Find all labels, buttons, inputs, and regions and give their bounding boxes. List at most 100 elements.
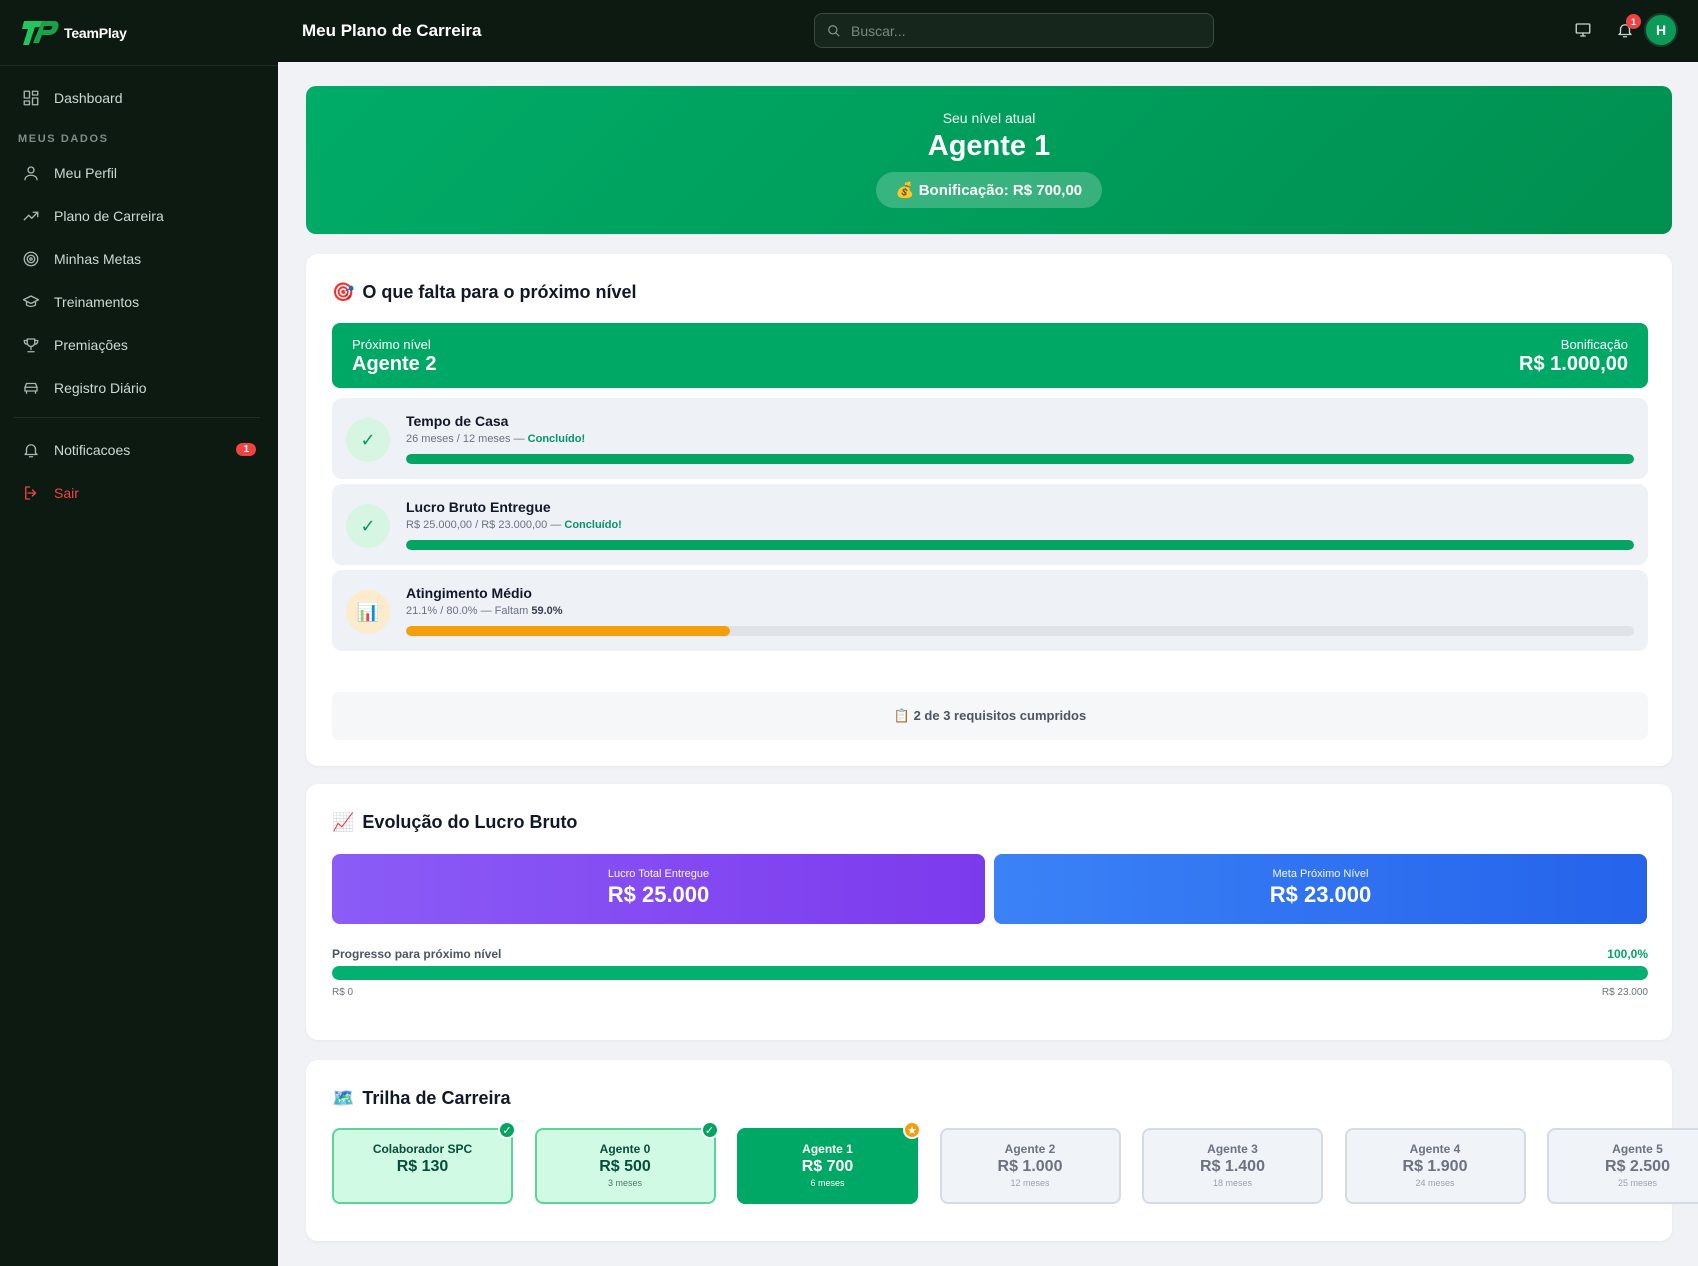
next-bonus-value: R$ 1.000,00	[1519, 353, 1628, 375]
progress-min-label: R$ 0	[332, 987, 354, 998]
logout-icon	[22, 484, 40, 502]
career-steps: Colaborador SPC R$ 130 ✓ Agente 0 R$ 500 3 me…	[332, 1121, 1698, 1204]
requirement-detail: R$ 25.000,00 / R$ 23.000,00 — Concluído!	[406, 519, 622, 531]
brand[interactable]: TeamPlay	[0, 0, 278, 66]
search-box[interactable]	[814, 13, 1214, 48]
progress-percent: 100,0%	[1607, 947, 1648, 961]
card-title-text: O que falta para o próximo nível	[362, 282, 637, 302]
step-value: R$ 1.900	[1402, 1158, 1468, 1175]
sidebar-item-label: Plano de Carreira	[54, 207, 164, 224]
career-trail-card-title: 🗺️ Trilha de Carreira	[332, 1088, 511, 1109]
step-value: R$ 700	[801, 1158, 854, 1175]
avatar[interactable]: H	[1644, 13, 1678, 47]
next-level-banner: Próximo nível Agente 2 Bonificação R$ 1.…	[332, 323, 1648, 388]
star-badge-icon: ★	[903, 1121, 921, 1139]
step-name: Agente 0	[599, 1142, 651, 1156]
requirement-item: ✓ Lucro Bruto Entregue R$ 25.000,00 / R$…	[332, 484, 1648, 565]
step-duration: 24 meses	[1415, 1178, 1455, 1188]
requirement-item: 📊 Atingimento Médio 21.1% / 80.0% — Falt…	[332, 570, 1648, 651]
next-goal-stat: Meta Próximo Nível R$ 23.000	[994, 854, 1647, 924]
next-level-label: Próximo nível	[352, 337, 431, 352]
check-icon: ✓	[346, 418, 390, 462]
search-icon	[828, 24, 840, 37]
step-value: R$ 130	[396, 1158, 449, 1175]
bell-icon	[22, 441, 40, 459]
sidebar-item-label: Meu Perfil	[54, 164, 118, 181]
requirement-status: 59.0%	[531, 605, 563, 617]
sidebar-item-notifications[interactable]: Notificacoes 1	[0, 428, 278, 471]
main-content: Seu nível atual Agente 1 💰 Bonificação: …	[278, 62, 1698, 1266]
sidebar-item-goals[interactable]: Minhas Metas	[0, 237, 278, 280]
sidebar-item-label: Notificacoes	[54, 441, 131, 458]
sidebar-item-career-plan[interactable]: Plano de Carreira	[0, 194, 278, 237]
page-title: Meu Plano de Carreira	[302, 21, 482, 40]
sidebar-item-profile[interactable]: Meu Perfil	[0, 151, 278, 194]
step-name: Agente 5	[1612, 1142, 1663, 1156]
graduation-cap-icon	[22, 293, 40, 311]
career-step[interactable]: Agente 2 R$ 1.000 12 meses	[939, 1128, 1121, 1204]
profit-evolution-card-title: 📈 Evolução do Lucro Bruto	[332, 812, 577, 833]
chart-emoji-icon: 📈	[332, 812, 355, 832]
requirement-detail: 26 meses / 12 meses — Concluído!	[406, 433, 586, 445]
step-value: R$ 500	[599, 1158, 651, 1175]
sidebar-item-trainings[interactable]: Treinamentos	[0, 280, 278, 323]
requirement-progress-fill	[406, 540, 1634, 550]
step-name: Agente 4	[1409, 1142, 1461, 1156]
next-level-card: 🎯 O que falta para o próximo nível Próxi…	[306, 254, 1672, 766]
bar-chart-icon: 📊	[346, 590, 390, 634]
step-value: R$ 2.500	[1605, 1158, 1670, 1175]
next-level-card-title: 🎯 O que falta para o próximo nível	[332, 282, 636, 303]
card-title-text: Evolução do Lucro Bruto	[362, 812, 578, 832]
sidebar-item-dashboard[interactable]: Dashboard	[0, 76, 278, 119]
map-emoji-icon: 🗺️	[332, 1088, 355, 1108]
requirement-status: Concluído!	[527, 433, 586, 445]
step-name: Agente 3	[1207, 1142, 1258, 1156]
requirement-progress-bar	[406, 626, 1634, 636]
step-duration: 18 meses	[1212, 1178, 1253, 1188]
current-level-label: Seu nível atual	[942, 110, 1036, 126]
sidebar-item-label: Registro Diário	[54, 379, 147, 396]
sidebar-item-logout[interactable]: Sair	[0, 471, 278, 514]
stat-value: R$ 23.000	[1269, 882, 1372, 907]
brand-name: TeamPlay	[64, 24, 127, 41]
next-level-name: Agente 2	[352, 353, 437, 375]
card-title-text: Trilha de Carreira	[362, 1088, 511, 1108]
sidebar-item-daily-log[interactable]: Registro Diário	[0, 366, 278, 409]
sidebar-item-label: Treinamentos	[54, 293, 140, 310]
stat-label: Lucro Total Entregue	[607, 868, 710, 880]
requirement-title: Tempo de Casa	[406, 413, 509, 429]
requirement-progress-fill	[406, 454, 1634, 464]
trophy-icon	[22, 336, 40, 354]
career-step[interactable]: Colaborador SPC R$ 130 ✓	[332, 1121, 516, 1204]
monitor-button[interactable]	[1572, 19, 1594, 41]
sidebar-item-awards[interactable]: Premiações	[0, 323, 278, 366]
check-icon: ✓	[346, 504, 390, 548]
sidebar-item-label: Minhas Metas	[54, 250, 142, 267]
notifications-count-badge: 1	[236, 443, 256, 456]
notifications-button[interactable]: 1	[1614, 14, 1641, 41]
stat-value: R$ 25.000	[607, 882, 710, 907]
topbar: Meu Plano de Carreira 1 H	[278, 0, 1698, 62]
trending-up-icon	[22, 207, 40, 225]
career-step[interactable]: Agente 3 R$ 1.400 18 meses	[1142, 1128, 1323, 1204]
career-step[interactable]: Agente 4 R$ 1.900 24 meses	[1344, 1128, 1526, 1204]
career-step[interactable]: Agente 0 R$ 500 3 meses ✓	[534, 1121, 719, 1204]
requirement-item: ✓ Tempo de Casa 26 meses / 12 meses — Co…	[332, 398, 1648, 479]
current-level-name: Agente 1	[927, 130, 1051, 162]
current-level-banner: Seu nível atual Agente 1 💰 Bonificação: …	[306, 86, 1672, 234]
career-trail-card: 🗺️ Trilha de Carreira Colaborador SPC R$ …	[306, 1060, 1698, 1241]
step-duration: 3 meses	[607, 1178, 642, 1188]
requirement-status: Concluído!	[564, 519, 622, 531]
requirement-title: Atingimento Médio	[406, 585, 532, 601]
career-step[interactable]: Agente 1 R$ 700 6 meses ★	[737, 1121, 921, 1204]
step-name: Agente 2	[1004, 1142, 1056, 1156]
profit-progress-bar	[332, 966, 1648, 980]
target-emoji-icon: 🎯	[332, 282, 355, 302]
requirement-progress-bar	[406, 540, 1634, 550]
step-value: R$ 1.000	[997, 1158, 1063, 1175]
search-input[interactable]	[851, 22, 1191, 39]
career-step[interactable]: Agente 5 R$ 2.500 25 meses	[1547, 1128, 1698, 1204]
step-duration: 25 meses	[1617, 1178, 1658, 1188]
progress-max-label: R$ 23.000	[1601, 987, 1648, 998]
bell-count-badge: 1	[1626, 14, 1641, 29]
